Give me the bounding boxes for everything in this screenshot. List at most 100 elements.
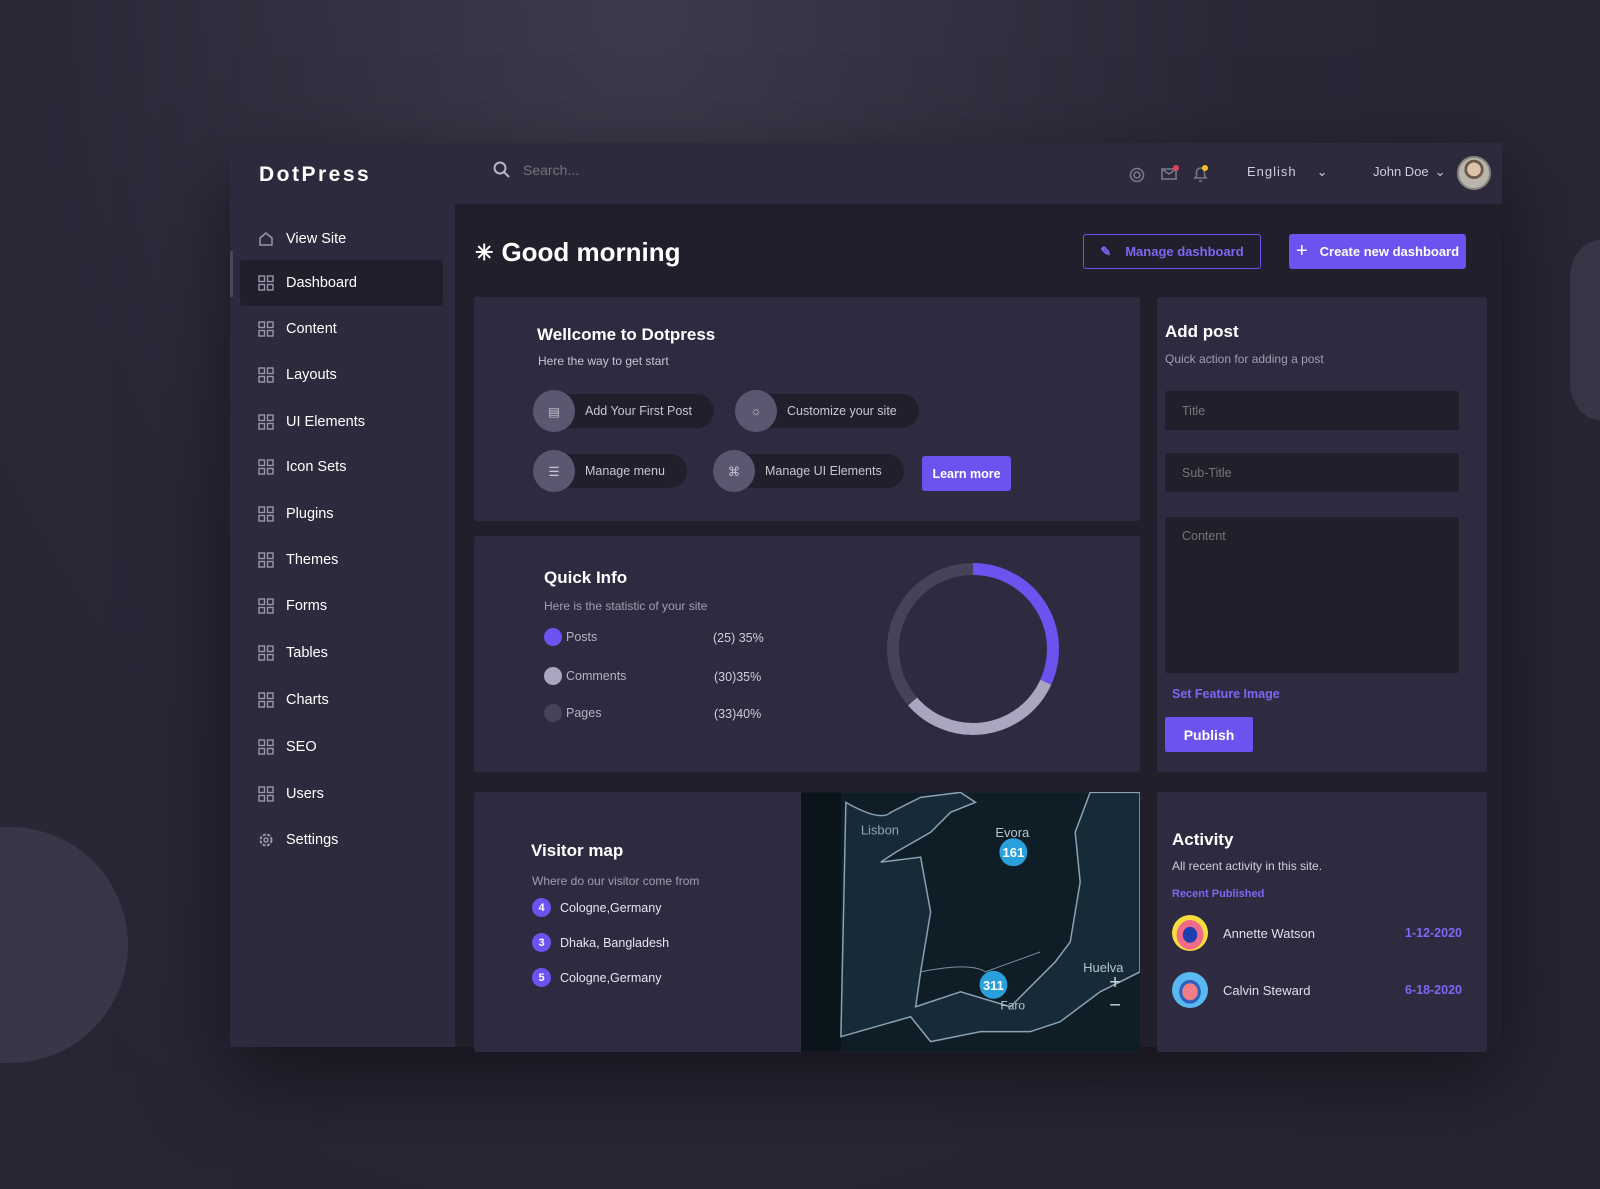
search xyxy=(493,161,723,179)
action-label: Add Your First Post xyxy=(585,404,693,418)
sun-icon: ✳ xyxy=(475,239,494,265)
topbar: English ⌄ John Doe ⌄ xyxy=(455,143,1502,204)
location-count-badge: 5 xyxy=(532,968,551,987)
add-post-subtitle: Quick action for adding a post xyxy=(1165,352,1324,366)
help-icon[interactable] xyxy=(1129,167,1145,183)
cluster-count: 311 xyxy=(983,978,1004,993)
quick-info-title: Quick Info xyxy=(544,568,628,587)
chevron-down-icon: ⌄ xyxy=(1316,164,1329,179)
grid-icon xyxy=(258,414,274,430)
grid-icon xyxy=(258,598,274,614)
location-item: 4 Cologne,Germany xyxy=(532,898,661,917)
manage-ui-elements-button[interactable]: ⌘ Manage UI Elements xyxy=(713,450,904,492)
avatar xyxy=(1172,915,1208,951)
sidebar-item-label: Charts xyxy=(286,692,329,708)
sidebar-item-ui-elements[interactable]: UI Elements xyxy=(230,402,455,442)
language-select[interactable]: English ⌄ xyxy=(1247,164,1329,180)
sidebar-item-seo[interactable]: SEO xyxy=(230,727,455,767)
set-feature-image-link[interactable]: Set Feature Image xyxy=(1172,687,1280,701)
sidebar-item-label: Tables xyxy=(286,645,328,661)
sidebar-item-forms[interactable]: Forms xyxy=(230,586,455,626)
manage-dashboard-button[interactable]: ✎ Manage dashboard xyxy=(1083,234,1261,269)
donut-chart xyxy=(887,563,1059,735)
customize-site-button[interactable]: ☼ Customize your site xyxy=(735,390,919,432)
sidebar-item-themes[interactable]: Themes xyxy=(230,540,455,580)
subtitle-input[interactable] xyxy=(1165,453,1459,492)
sidebar-item-content[interactable]: Content xyxy=(230,309,455,349)
create-dashboard-button[interactable]: + Create new dashboard xyxy=(1289,234,1466,269)
activity-card: Activity All recent activity in this sit… xyxy=(1157,792,1487,1052)
sidebar-item-label: Layouts xyxy=(286,367,337,383)
zoom-out-icon[interactable]: − xyxy=(1109,995,1121,1017)
activity-item[interactable]: Annette Watson 1-12-2020 xyxy=(1172,915,1462,951)
welcome-card: Wellcome to Dotpress Here the way to get… xyxy=(474,297,1140,521)
map-label: Faro xyxy=(1000,999,1025,1013)
activity-date: 6-18-2020 xyxy=(1405,983,1462,997)
search-input[interactable] xyxy=(523,162,723,178)
sidebar-item-label: Icon Sets xyxy=(286,459,347,475)
visitor-map-title: Visitor map xyxy=(531,841,624,860)
content-textarea[interactable] xyxy=(1165,517,1459,673)
sidebar-item-label: View Site xyxy=(286,231,347,247)
mail-icon[interactable] xyxy=(1161,165,1179,181)
legend-label: Posts xyxy=(566,630,598,644)
sidebar-item-dashboard[interactable]: Dashboard xyxy=(240,260,443,306)
page-title: ✳ Good morning xyxy=(475,237,681,268)
activity-name: Calvin Steward xyxy=(1223,982,1311,998)
map-image[interactable]: Lisbon Evora 161 311 Huelva Faro + − xyxy=(801,792,1140,1052)
sidebar-item-settings[interactable]: Settings xyxy=(230,820,455,860)
sidebar-item-label: Dashboard xyxy=(286,275,357,291)
legend-value: (33)40% xyxy=(714,707,762,721)
chevron-down-icon: ⌄ xyxy=(1434,164,1446,179)
activity-subtitle: All recent activity in this site. xyxy=(1172,859,1323,873)
greeting: Good morning xyxy=(501,237,681,267)
sidebar-item-icon-sets[interactable]: Icon Sets xyxy=(230,447,455,487)
avatar xyxy=(1172,972,1208,1008)
logo: DotPress xyxy=(259,163,372,186)
activity-item[interactable]: Calvin Steward 6-18-2020 xyxy=(1172,972,1462,1008)
visitor-map-card: Visitor map Where do our visitor come fr… xyxy=(474,792,1140,1052)
avatar[interactable] xyxy=(1457,156,1491,190)
publish-button[interactable]: Publish xyxy=(1165,717,1253,752)
add-first-post-button[interactable]: ▤ Add Your First Post xyxy=(533,390,715,432)
sidebar-item-plugins[interactable]: Plugins xyxy=(230,494,455,534)
zoom-in-icon[interactable]: + xyxy=(1109,972,1121,994)
action-label: Customize your site xyxy=(787,404,897,418)
legend-item-posts: Posts xyxy=(544,628,597,646)
sidebar-item-tables[interactable]: Tables xyxy=(230,633,455,673)
sidebar: DotPress View Site Dashboard Content Layout… xyxy=(230,143,455,1047)
learn-more-button[interactable]: Learn more xyxy=(922,456,1011,491)
bell-icon[interactable] xyxy=(1192,165,1210,183)
grid-icon xyxy=(258,367,274,383)
action-label: Manage UI Elements xyxy=(765,464,882,478)
map-label: Evora xyxy=(995,825,1030,840)
location-name: Dhaka, Bangladesh xyxy=(560,935,670,950)
sidebar-item-label: Themes xyxy=(286,552,339,568)
welcome-subtitle: Here the way to get start xyxy=(538,354,669,368)
donut-slice-posts xyxy=(972,563,1059,685)
grid-icon xyxy=(258,739,274,755)
grid-icon xyxy=(258,275,274,291)
donut-slice-comments xyxy=(908,679,1052,735)
add-post-card: Add post Quick action for adding a post … xyxy=(1157,297,1487,772)
sidebar-item-label: Users xyxy=(286,786,324,802)
location-count-badge: 4 xyxy=(532,898,551,917)
sidebar-item-view-site[interactable]: View Site xyxy=(230,219,455,259)
legend-value: (30)35% xyxy=(714,670,762,684)
sidebar-item-charts[interactable]: Charts xyxy=(230,680,455,720)
create-label: Create new dashboard xyxy=(1319,244,1460,259)
sidebar-item-label: UI Elements xyxy=(286,414,365,430)
manage-label: Manage dashboard xyxy=(1125,244,1244,259)
add-post-title: Add post xyxy=(1165,322,1239,341)
grid-icon xyxy=(258,552,274,568)
sidebar-item-users[interactable]: Users xyxy=(230,774,455,814)
title-input[interactable] xyxy=(1165,391,1459,430)
grid-icon xyxy=(258,459,274,475)
manage-menu-button[interactable]: ☰ Manage menu xyxy=(533,450,687,492)
menu-icon: ☰ xyxy=(533,450,575,492)
command-icon: ⌘ xyxy=(713,450,755,492)
sidebar-item-layouts[interactable]: Layouts xyxy=(230,355,455,395)
user-menu[interactable]: John Doe ⌄ xyxy=(1373,164,1446,180)
legend-dot xyxy=(544,704,562,722)
grid-icon xyxy=(258,506,274,522)
